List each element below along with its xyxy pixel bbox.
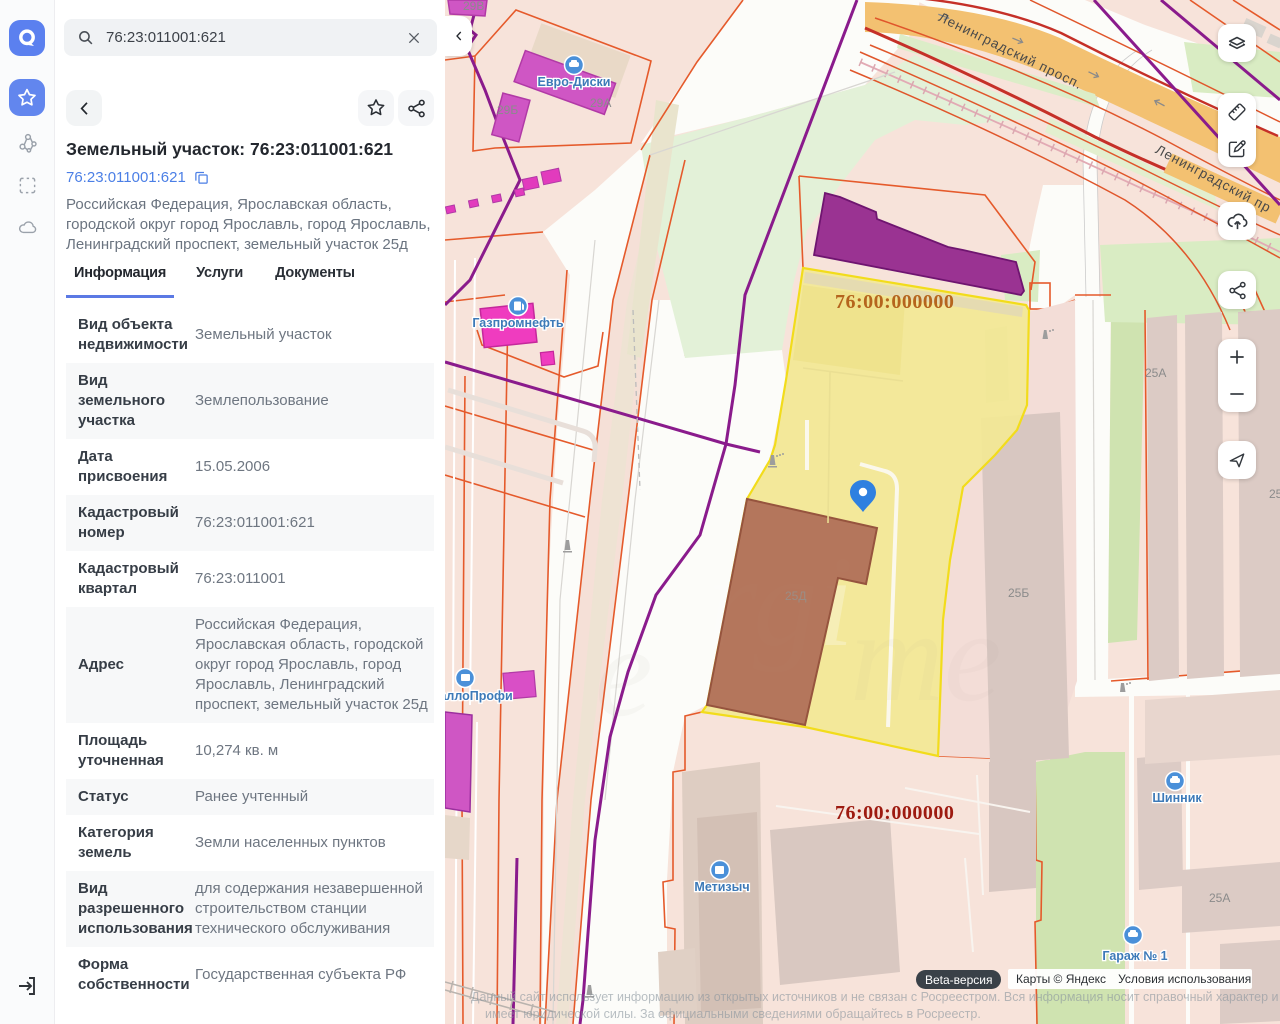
svg-text:29В: 29В (463, 0, 484, 13)
svg-text:Евро-Диски: Евро-Диски (538, 75, 611, 89)
svg-text:Газпромнефть: Газпромнефть (472, 316, 564, 330)
svg-text:Данный сайт использует информа: Данный сайт использует информацию из отк… (471, 990, 1280, 1004)
svg-text:25Д: 25Д (785, 589, 806, 603)
svg-text:me: me (850, 585, 1002, 729)
svg-text:Гараж № 1: Гараж № 1 (1102, 949, 1167, 963)
svg-text:29А: 29А (590, 96, 611, 110)
svg-text:25А: 25А (1209, 891, 1230, 905)
svg-text:25: 25 (1269, 487, 1280, 501)
svg-text:имеет юридической силы. За офи: имеет юридической силы. За официальными … (485, 1007, 981, 1021)
svg-text:76:00:000000: 76:00:000000 (835, 802, 954, 824)
svg-text:e: e (595, 600, 653, 744)
svg-text:Метизыч: Метизыч (694, 880, 749, 894)
svg-text:25Б: 25Б (1008, 586, 1029, 600)
svg-text:76:00:000000: 76:00:000000 (835, 291, 954, 313)
svg-text:29Б: 29Б (497, 103, 518, 117)
svg-text:25А: 25А (1145, 366, 1166, 380)
svg-text:Шинник: Шинник (1152, 791, 1202, 805)
svg-text:таллоПрофи: таллоПрофи (445, 689, 513, 703)
